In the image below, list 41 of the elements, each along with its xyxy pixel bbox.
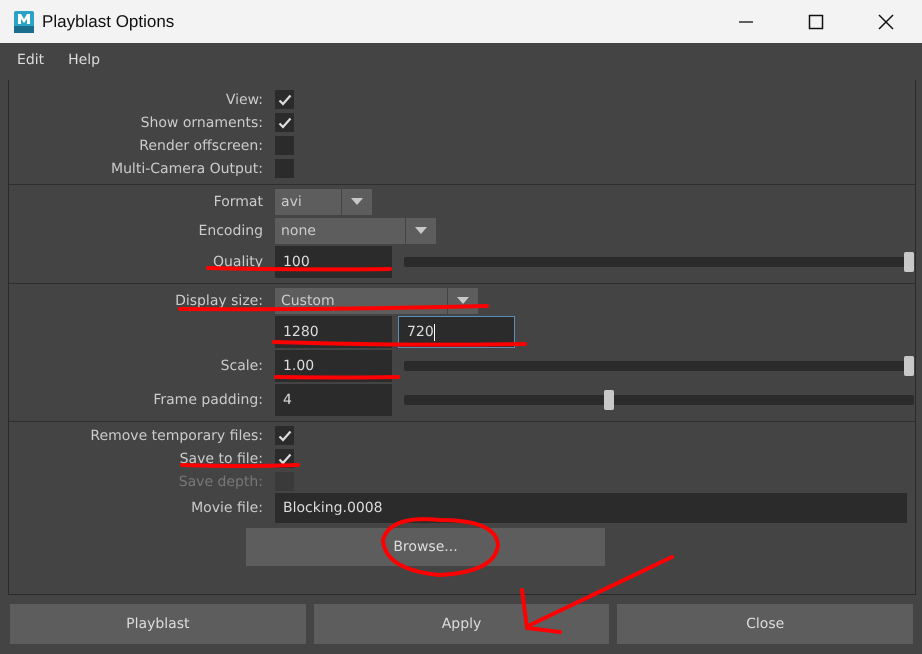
slider[interactable] [404, 356, 914, 376]
field-label: Movie file: [191, 500, 263, 516]
input-field[interactable]: 4 [275, 384, 392, 416]
dialog-button[interactable]: Apply [314, 604, 610, 644]
dialog-button[interactable]: Playblast [10, 604, 306, 644]
field-label: View: [226, 92, 263, 108]
field-label: Save to file: [180, 450, 263, 466]
field-label: Remove temporary files: [90, 428, 263, 444]
dropdown[interactable]: avi [275, 188, 341, 214]
close-icon[interactable] [878, 14, 894, 30]
input-field[interactable]: Blocking.0008 [275, 493, 907, 523]
slider-handle[interactable] [904, 356, 914, 376]
slider-handle[interactable] [904, 252, 914, 272]
checkbox[interactable] [275, 159, 294, 178]
checkbox[interactable] [275, 113, 294, 132]
menu-item[interactable]: Help [68, 52, 100, 68]
slider-handle[interactable] [604, 390, 614, 410]
window-title: Playblast Options [42, 12, 174, 32]
field-label: Scale: [220, 358, 263, 374]
field-label: Encoding [198, 222, 263, 238]
app-logo-icon [14, 10, 34, 32]
field-label: Quality [212, 254, 263, 270]
checkbox[interactable] [275, 426, 294, 445]
caret-icon[interactable] [457, 297, 469, 304]
caret-icon[interactable] [415, 227, 427, 234]
field-label: Multi-Camera Output: [110, 160, 263, 176]
menu-item[interactable]: Edit [17, 52, 44, 68]
checkbox[interactable] [275, 90, 294, 109]
field-label: Frame padding: [153, 392, 263, 408]
field-label: Format [214, 194, 263, 210]
dropdown[interactable]: none [275, 218, 405, 244]
field-label: Display size: [175, 292, 263, 308]
field-label: Show ornaments: [140, 114, 263, 130]
dialog-button[interactable]: Close [617, 604, 914, 644]
browse-button[interactable]: Browse... [246, 528, 605, 566]
slider[interactable] [404, 390, 914, 410]
slider[interactable] [404, 252, 914, 272]
caret-icon[interactable] [351, 198, 363, 205]
maximize-icon[interactable] [808, 14, 824, 30]
field-label: Render offscreen: [139, 138, 263, 154]
checkbox[interactable] [275, 136, 294, 155]
